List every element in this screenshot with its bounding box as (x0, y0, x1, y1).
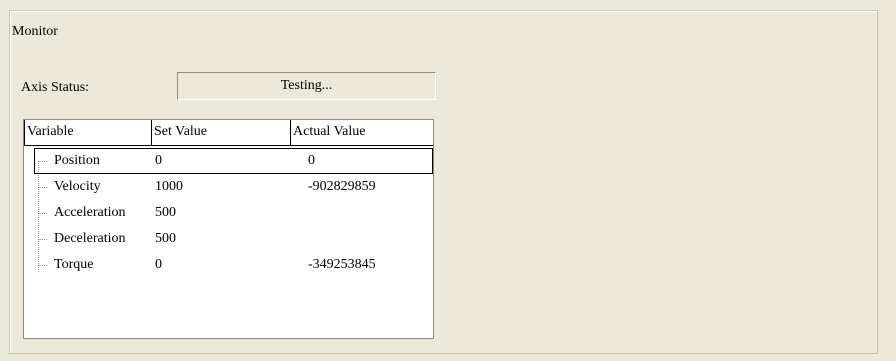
axis-status-label: Axis Status: (21, 80, 90, 95)
table-row-velocity[interactable]: Velocity 1000 -902829859 (24, 174, 433, 200)
set-value-cell: 1000 (155, 179, 183, 194)
actual-value-cell: -349253845 (308, 257, 376, 272)
monitor-title: Monitor (12, 24, 58, 39)
column-header-set-value[interactable]: Set Value (152, 120, 291, 145)
axis-status-value: Testing... (280, 78, 333, 93)
tree-branch (39, 239, 47, 240)
table-row-torque[interactable]: Torque 0 -349253845 (24, 252, 433, 278)
variable-cell: Velocity (54, 179, 101, 194)
column-header-actual-value[interactable]: Actual Value (291, 120, 433, 145)
variable-cell: Torque (54, 257, 94, 272)
axis-status-field: Testing... (177, 72, 436, 100)
set-value-cell: 0 (155, 257, 162, 272)
actual-value-cell: -902829859 (308, 179, 376, 194)
tree-branch (39, 187, 47, 188)
selected-row-frame (34, 148, 433, 174)
set-value-cell: 500 (155, 231, 176, 246)
table-row-acceleration[interactable]: Acceleration 500 (24, 200, 433, 226)
tree-branch (39, 265, 47, 266)
set-value-cell: 500 (155, 205, 176, 220)
table-row-deceleration[interactable]: Deceleration 500 (24, 226, 433, 252)
tree-branch (39, 213, 47, 214)
monitor-table[interactable]: Variable Set Value Actual Value Position… (23, 119, 434, 339)
column-header-variable[interactable]: Variable (24, 120, 152, 145)
variable-cell: Deceleration (54, 231, 126, 246)
table-header: Variable Set Value Actual Value (24, 120, 433, 146)
variable-cell: Acceleration (54, 205, 126, 220)
